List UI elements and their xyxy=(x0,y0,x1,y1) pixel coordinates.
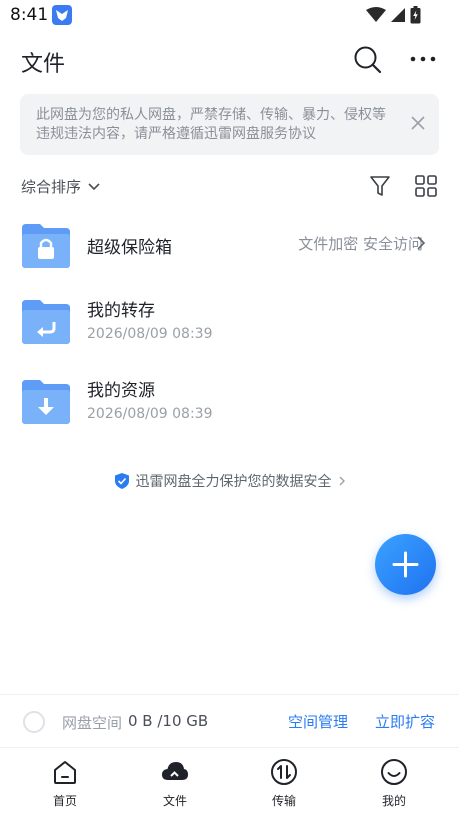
notice-banner: 此网盘为您的私人网盘，严禁存储、传输、暴力、侵权等违规违法内容，请严格遵循迅雷网… xyxy=(20,94,439,155)
home-icon xyxy=(54,761,76,784)
file-item-transfer[interactable]: 我的转存 2026/08/09 08:39 xyxy=(0,290,459,354)
tab-label: 我的 xyxy=(381,794,406,808)
storage-value: 0 B /10 GB xyxy=(128,712,209,730)
plus-icon xyxy=(392,551,419,578)
filter-button[interactable] xyxy=(368,174,392,198)
storage-label: 网盘空间 xyxy=(62,714,123,732)
status-time: 8:41 xyxy=(10,5,49,25)
storage-usage-ring xyxy=(23,711,45,733)
tab-files[interactable]: 文件 xyxy=(135,750,215,816)
header: 文件 xyxy=(0,34,459,84)
chevron-down-icon xyxy=(88,182,100,190)
signal-icon xyxy=(391,8,405,22)
security-text: 迅雷网盘全力保护您的数据安全 xyxy=(135,474,332,490)
chevron-right-icon xyxy=(417,236,426,250)
transfer-icon xyxy=(271,759,297,785)
more-icon xyxy=(410,56,436,62)
download-folder-icon xyxy=(22,378,70,424)
file-date: 2026/08/09 08:39 xyxy=(87,326,213,342)
storage-bar: 网盘空间 0 B /10 GB 空间管理 立即扩容 xyxy=(0,694,459,748)
cloud-icon xyxy=(162,762,188,780)
grid-view-icon xyxy=(415,175,437,197)
notice-close-button[interactable] xyxy=(407,112,429,134)
file-name: 我的转存 xyxy=(87,301,155,321)
storage-manage-link[interactable]: 空间管理 xyxy=(288,711,348,732)
file-name: 我的资源 xyxy=(87,381,155,401)
file-item-vault[interactable]: 超级保险箱 文件加密 安全访问 xyxy=(0,214,459,278)
file-item-resources[interactable]: 我的资源 2026/08/09 08:39 xyxy=(0,370,459,434)
smile-icon xyxy=(381,759,407,785)
tab-label: 文件 xyxy=(162,794,187,808)
tab-label: 传输 xyxy=(271,794,296,808)
tab-bar: 首页 文件 传输 我的 xyxy=(0,750,459,816)
tab-profile[interactable]: 我的 xyxy=(354,750,434,816)
status-icons xyxy=(366,6,421,24)
shield-check-icon xyxy=(114,473,129,489)
status-bar: 8:41 xyxy=(0,0,459,32)
grid-view-button[interactable] xyxy=(414,174,438,198)
chevron-right-icon xyxy=(339,476,345,486)
tab-transfer[interactable]: 传输 xyxy=(244,750,324,816)
search-button[interactable] xyxy=(352,44,382,74)
vault-hint: 文件加密 安全访问 xyxy=(298,235,423,253)
sort-label: 综合排序 xyxy=(21,178,82,196)
close-icon xyxy=(411,116,425,130)
file-date: 2026/08/09 08:39 xyxy=(87,406,213,422)
notice-text: 此网盘为您的私人网盘，严禁存储、传输、暴力、侵权等违规违法内容，请严格遵循迅雷网… xyxy=(36,107,386,142)
add-button[interactable] xyxy=(375,534,436,595)
tab-home[interactable]: 首页 xyxy=(25,750,105,816)
tab-label: 首页 xyxy=(52,794,77,808)
search-icon xyxy=(354,46,382,74)
vault-folder-icon xyxy=(22,222,70,268)
wifi-icon xyxy=(366,7,386,22)
sort-dropdown[interactable]: 综合排序 xyxy=(21,176,101,197)
filter-icon xyxy=(370,176,390,196)
sort-toolbar: 综合排序 xyxy=(0,170,459,202)
more-button[interactable] xyxy=(406,46,440,72)
thunder-bird-icon xyxy=(52,5,72,25)
battery-icon xyxy=(410,6,421,24)
page-title: 文件 xyxy=(21,52,66,77)
transfer-folder-icon xyxy=(22,298,70,344)
security-note[interactable]: 迅雷网盘全力保护您的数据安全 xyxy=(0,470,459,492)
file-name: 超级保险箱 xyxy=(87,238,172,258)
storage-expand-link[interactable]: 立即扩容 xyxy=(375,711,435,732)
